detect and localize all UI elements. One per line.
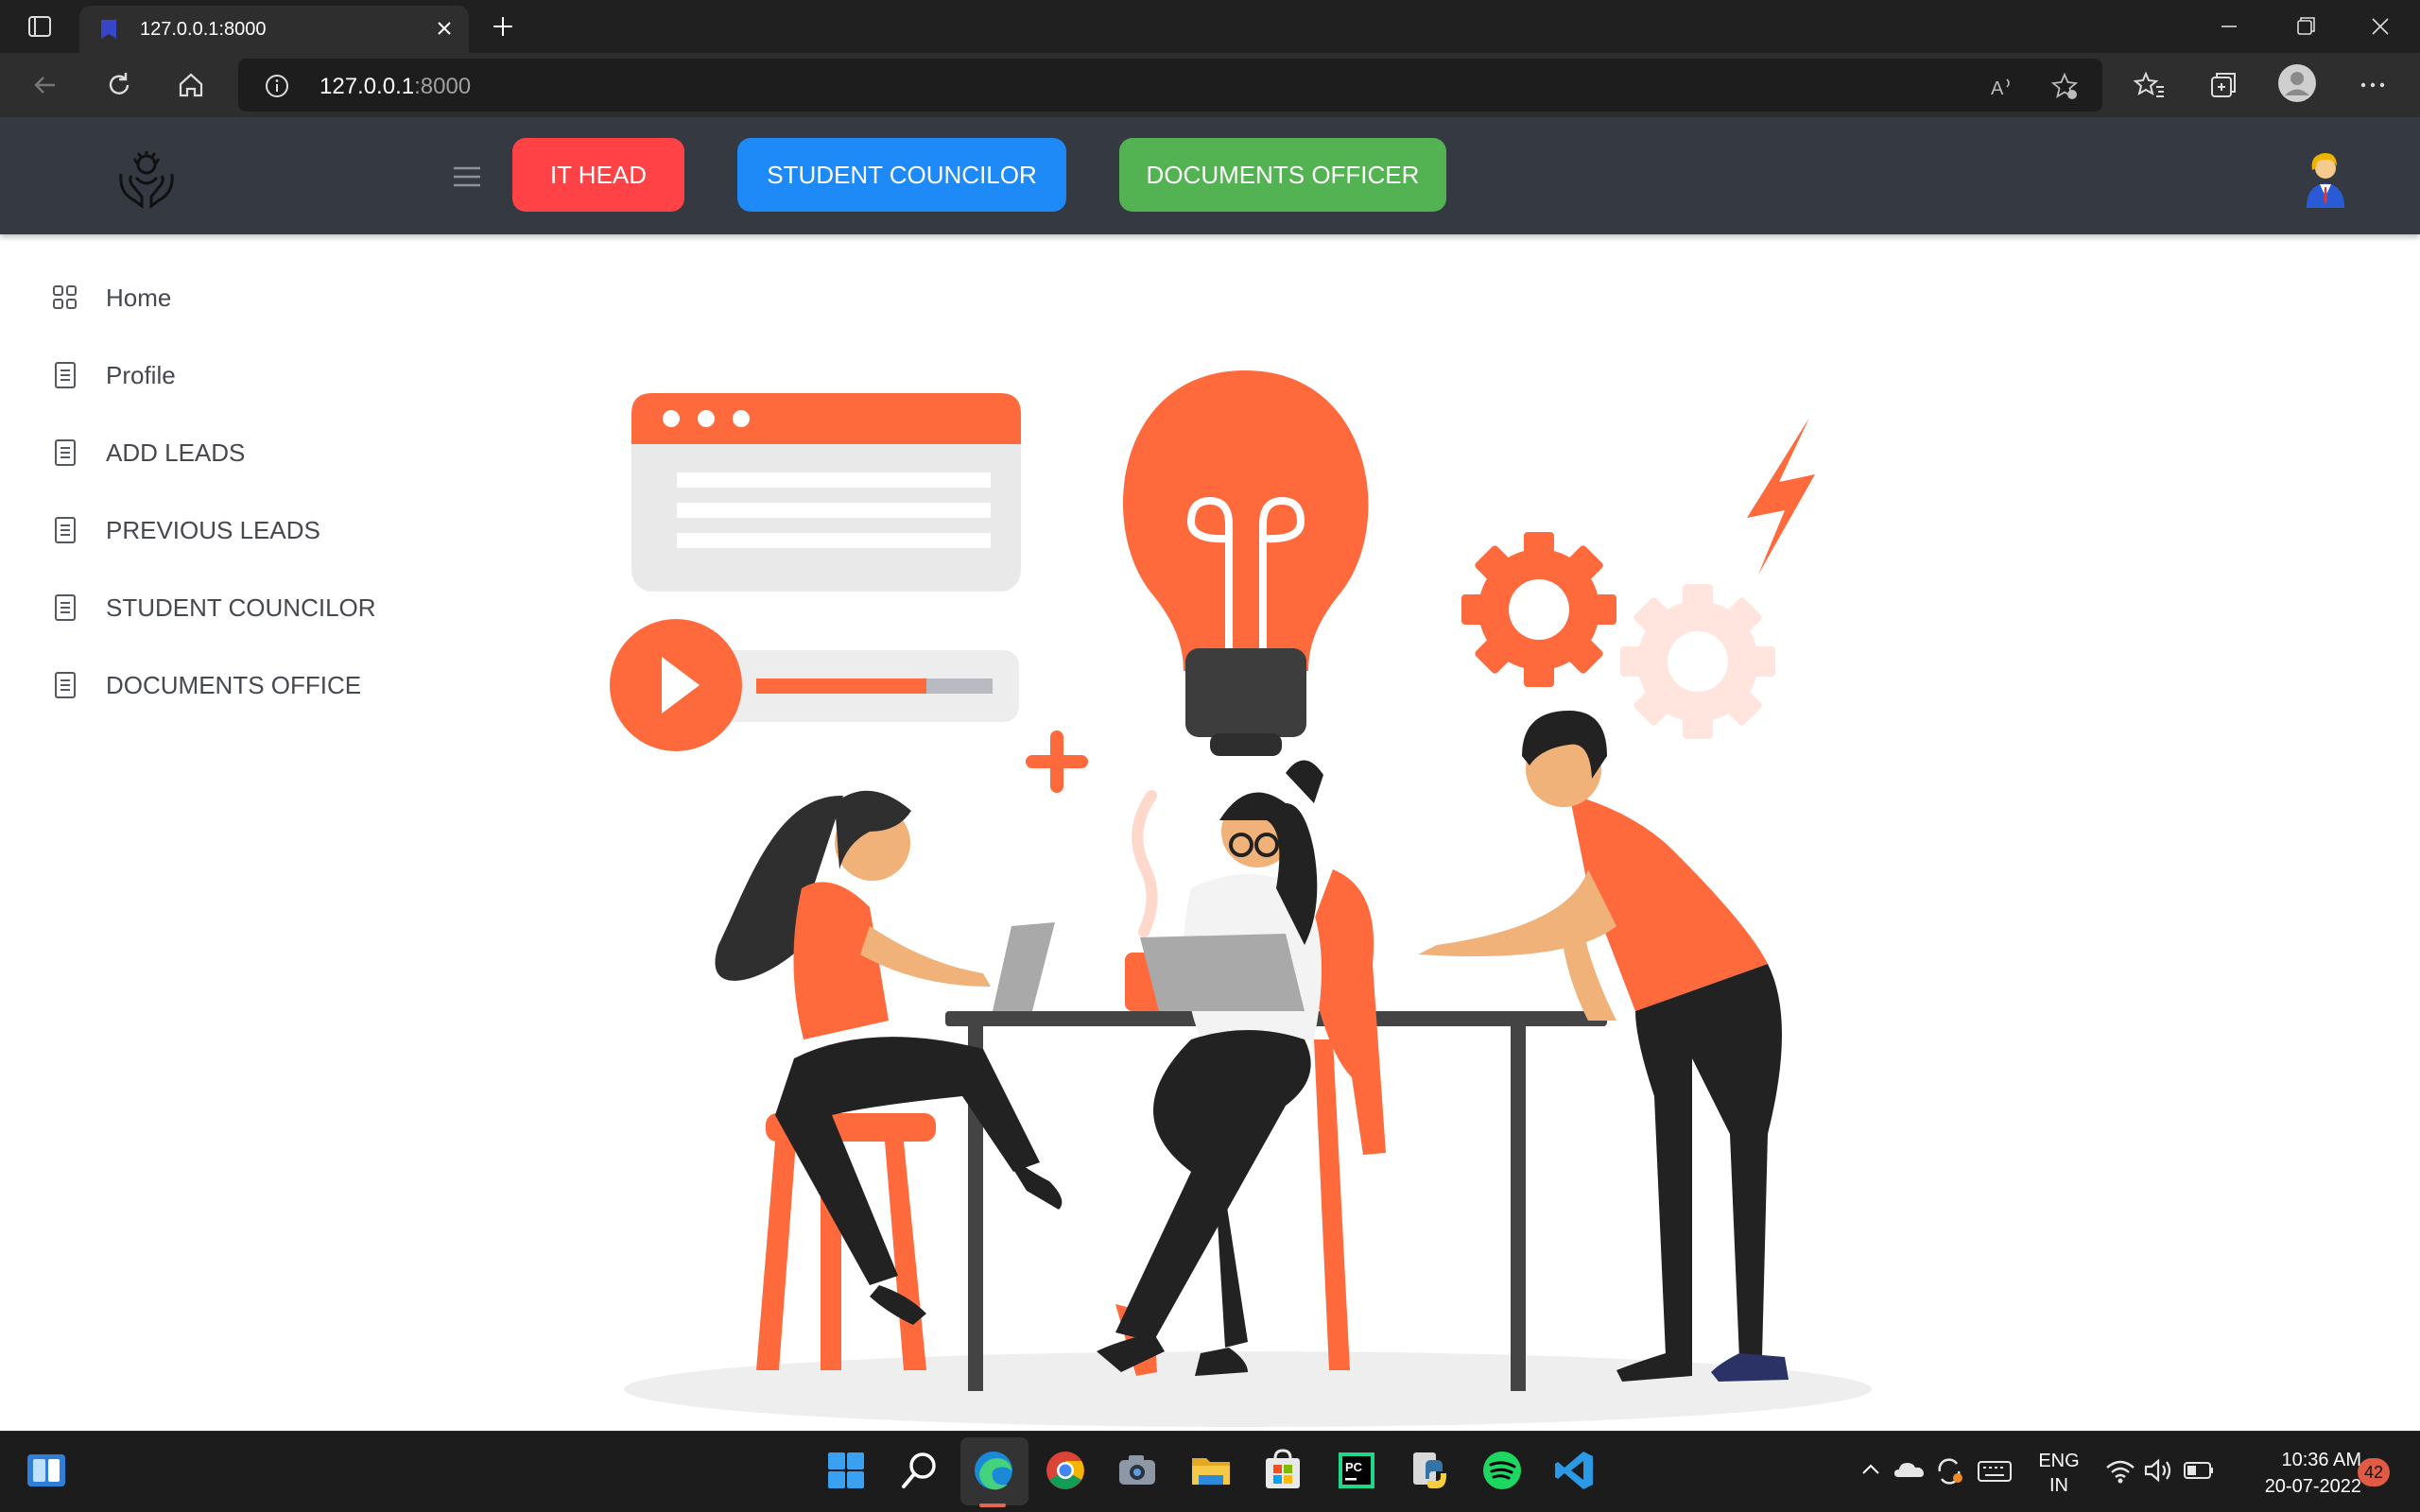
close-window-icon[interactable]	[2363, 11, 2397, 42]
edge-browser-icon[interactable]	[970, 1447, 1017, 1494]
favicon-icon	[101, 20, 116, 39]
spotify-icon[interactable]	[1478, 1447, 1526, 1494]
vscode-icon[interactable]	[1550, 1447, 1598, 1494]
document-icon	[55, 517, 76, 543]
volume-icon[interactable]	[2142, 1447, 2174, 1494]
site-info-icon[interactable]	[265, 74, 289, 98]
show-hidden-icons-icon[interactable]	[1858, 1447, 1883, 1494]
file-explorer-icon[interactable]	[1187, 1447, 1235, 1494]
sidebar-item-student-councilor[interactable]: STUDENT COUNCILOR	[51, 585, 391, 630]
browser-window-graphic	[631, 393, 1021, 592]
browser-toolbar: 127.0.0.1:8000 A	[0, 53, 2420, 117]
student-councilor-button[interactable]: STUDENT COUNCILOR	[737, 138, 1066, 212]
light-bulb-graphic	[1122, 370, 1369, 756]
it-head-button[interactable]: IT HEAD	[512, 138, 684, 212]
widgets-icon[interactable]	[23, 1447, 70, 1494]
back-arrow-icon[interactable]	[26, 66, 64, 104]
profile-avatar-icon[interactable]	[2276, 62, 2318, 104]
svg-text:PC: PC	[1345, 1460, 1363, 1474]
clock-time: 10:36 AM	[2281, 1450, 2361, 1470]
browser-titlebar: 127.0.0.1:8000	[0, 0, 2420, 53]
documents-officer-button[interactable]: DOCUMENTS OFFICER	[1119, 138, 1446, 212]
active-app-indicator	[979, 1503, 1006, 1507]
sidebar-item-home[interactable]: Home	[51, 275, 391, 320]
sidebar-item-documents-office[interactable]: DOCUMENTS OFFICE	[51, 662, 391, 708]
sidebar-item-label: Profile	[106, 361, 176, 389]
document-icon	[55, 439, 76, 466]
grid-icon	[53, 285, 77, 309]
sidebar-item-previous-leads[interactable]: PREVIOUS LEADS	[51, 507, 391, 553]
windows-taskbar: PC ENG IN 10:36 AM 20-07-2022 42	[0, 1431, 2420, 1512]
person-left-graphic	[715, 790, 1063, 1370]
svg-text:A: A	[1991, 78, 2004, 99]
restore-icon[interactable]	[2288, 11, 2322, 42]
more-options-icon[interactable]	[2354, 66, 2392, 104]
minimize-icon[interactable]	[2212, 11, 2246, 42]
add-favorite-icon[interactable]	[2049, 72, 2080, 102]
read-aloud-icon[interactable]: A	[1987, 72, 2017, 102]
logo-icon[interactable]	[115, 146, 178, 210]
camera-icon[interactable]	[1114, 1447, 1161, 1494]
windows-start-icon[interactable]	[822, 1447, 870, 1494]
sidebar-item-label: Home	[106, 284, 172, 312]
system-clock[interactable]: 10:36 AM 20-07-2022	[2229, 1447, 2361, 1500]
battery-icon[interactable]	[2182, 1447, 2216, 1494]
document-icon	[55, 672, 76, 698]
new-tab-icon[interactable]	[488, 11, 518, 42]
language-code: ENG	[2038, 1451, 2080, 1471]
tab-title: 127.0.0.1:8000	[140, 19, 267, 40]
reload-icon[interactable]	[100, 66, 138, 104]
pycharm-icon[interactable]: PC	[1333, 1447, 1380, 1494]
notification-badge[interactable]: 42	[2358, 1458, 2390, 1486]
app-header: IT HEAD STUDENT COUNCILOR DOCUMENTS OFFI…	[0, 117, 2420, 234]
onedrive-icon[interactable]	[1893, 1447, 1927, 1494]
home-icon[interactable]	[172, 66, 210, 104]
document-icon	[55, 594, 76, 621]
lightning-graphic	[1747, 418, 1815, 575]
tab-actions-icon[interactable]	[21, 11, 59, 42]
wifi-icon[interactable]	[2104, 1447, 2136, 1494]
sidebar-item-label: DOCUMENTS OFFICE	[106, 671, 362, 699]
video-player-graphic	[610, 619, 1019, 751]
chrome-icon[interactable]	[1042, 1447, 1089, 1494]
gear-graphic	[1461, 532, 1616, 687]
gear-graphic	[1620, 584, 1775, 739]
address-bar[interactable]: 127.0.0.1:8000 A	[238, 59, 2102, 112]
search-icon[interactable]	[896, 1447, 943, 1494]
sync-icon[interactable]	[1932, 1447, 1966, 1494]
browser-tab[interactable]: 127.0.0.1:8000	[79, 6, 469, 53]
sidebar-item-profile[interactable]: Profile	[51, 352, 391, 398]
document-icon	[55, 362, 76, 388]
url-text[interactable]: 127.0.0.1:8000	[320, 74, 471, 100]
microsoft-store-icon[interactable]	[1259, 1447, 1306, 1494]
keyboard-icon[interactable]	[1976, 1447, 2014, 1494]
python-icon[interactable]	[1405, 1447, 1452, 1494]
clock-date: 20-07-2022	[2264, 1476, 2361, 1497]
menu-toggle-icon[interactable]	[452, 164, 482, 189]
region-code: IN	[2049, 1475, 2068, 1496]
sidebar: Home Profile ADD LEADS PREVIOUS LEADS ST…	[0, 234, 397, 1431]
person-right-graphic	[1418, 711, 1789, 1382]
teamwork-illustration	[610, 370, 1872, 1427]
collections-icon[interactable]	[2204, 66, 2242, 104]
user-avatar-icon[interactable]	[2299, 147, 2352, 208]
sidebar-item-label: ADD LEADS	[106, 438, 246, 467]
language-indicator[interactable]: ENG IN	[2031, 1449, 2087, 1498]
sidebar-item-label: PREVIOUS LEADS	[106, 516, 320, 544]
close-tab-icon[interactable]	[433, 17, 456, 40]
sidebar-item-label: STUDENT COUNCILOR	[106, 593, 376, 622]
sidebar-item-add-leads[interactable]: ADD LEADS	[51, 430, 391, 475]
favorites-icon[interactable]	[2131, 66, 2169, 104]
